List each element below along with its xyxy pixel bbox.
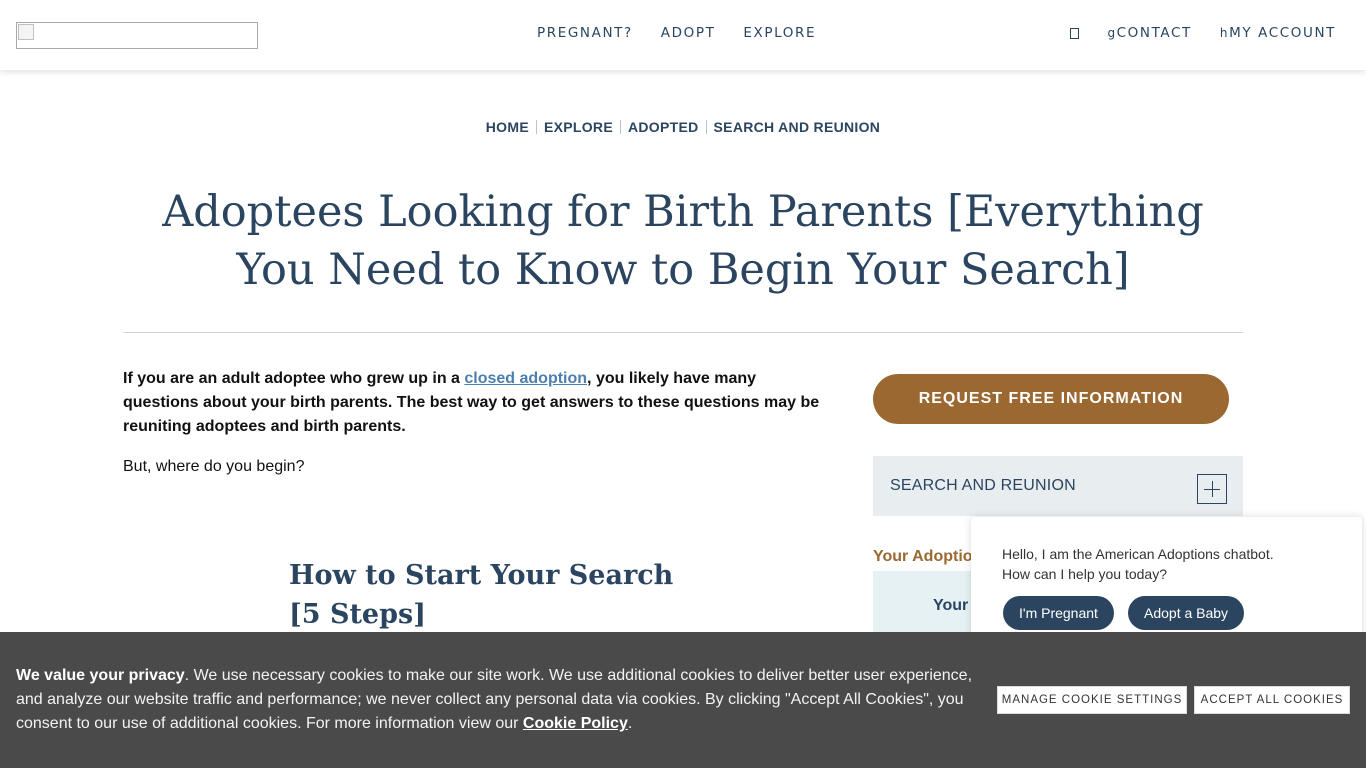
chatbot-message: Hello, I am the American Adoptions chatb… xyxy=(1002,544,1274,584)
sidebar-promo-card: Your xyxy=(873,571,973,633)
question-text: But, where do you begin? xyxy=(123,458,305,475)
expand-plus-icon[interactable] xyxy=(1197,474,1227,504)
chatbot-widget: Hello, I am the American Adoptions chatb… xyxy=(971,517,1362,647)
broken-image-icon xyxy=(18,24,34,40)
section-heading: How to Start Your Search [5 Steps] xyxy=(289,560,674,630)
intro-paragraph: If you are an adult adoptee who grew up … xyxy=(123,367,833,439)
site-header: PREGNANT? ADOPT EXPLORE gCONTACT hMY ACC… xyxy=(0,0,1366,70)
breadcrumb-search-and-reunion[interactable]: SEARCH AND REUNION xyxy=(714,119,881,135)
site-logo[interactable] xyxy=(16,22,258,49)
request-info-button[interactable]: REQUEST FREE INFORMATION xyxy=(873,374,1229,424)
nav-adopt[interactable]: ADOPT xyxy=(661,25,716,41)
breadcrumb-separator xyxy=(619,120,621,134)
nav-explore[interactable]: EXPLORE xyxy=(743,25,816,41)
contact-link[interactable]: gCONTACT xyxy=(1107,25,1191,41)
breadcrumb-adopted[interactable]: ADOPTED xyxy=(628,119,699,135)
cookie-end: . xyxy=(627,715,633,732)
utility-nav: gCONTACT hMY ACCOUNT xyxy=(1070,25,1336,41)
cookie-lead: We value your privacy xyxy=(16,667,185,684)
cookie-policy-link[interactable]: Cookie Policy xyxy=(523,715,628,732)
main-nav: PREGNANT? ADOPT EXPLORE xyxy=(537,25,816,41)
breadcrumb-separator xyxy=(535,120,537,134)
breadcrumb-explore[interactable]: EXPLORE xyxy=(544,119,613,135)
sidebar-promo-image[interactable]: Your Adoption xyxy=(873,548,971,566)
chatbot-message-line: Hello, I am the American Adoptions chatb… xyxy=(1002,546,1274,562)
accordion-label: SEARCH AND REUNION xyxy=(890,477,1076,494)
closed-adoption-link[interactable]: closed adoption xyxy=(464,370,587,387)
contact-label: CONTACT xyxy=(1116,25,1192,41)
breadcrumb-home[interactable]: HOME xyxy=(486,119,529,135)
chatbot-message-line: How can I help you today? xyxy=(1002,566,1167,582)
contact-icon: g xyxy=(1107,26,1117,40)
promo-card-text: Your xyxy=(933,597,969,614)
im-pregnant-button[interactable]: I'm Pregnant xyxy=(1003,596,1114,630)
adopt-a-baby-button[interactable]: Adopt a Baby xyxy=(1128,596,1245,630)
nav-pregnant[interactable]: PREGNANT? xyxy=(537,25,633,41)
search-reunion-accordion[interactable]: SEARCH AND REUNION xyxy=(873,456,1243,516)
title-divider xyxy=(123,332,1243,333)
search-icon[interactable] xyxy=(1070,27,1080,39)
cookie-text: We value your privacy. We use necessary … xyxy=(16,664,981,736)
page-title: Adoptees Looking for Birth Parents [Ever… xyxy=(162,187,1204,295)
manage-cookie-settings-button[interactable]: MANAGE COOKIE SETTINGS xyxy=(997,686,1187,714)
account-label: MY ACCOUNT xyxy=(1229,25,1336,41)
accept-all-cookies-button[interactable]: ACCEPT ALL COOKIES xyxy=(1194,686,1350,714)
cookie-banner: We value your privacy. We use necessary … xyxy=(0,632,1366,768)
breadcrumb-separator xyxy=(705,120,707,134)
account-icon: h xyxy=(1219,26,1230,40)
breadcrumb: HOME EXPLORE ADOPTED SEARCH AND REUNION xyxy=(0,119,1366,135)
my-account-link[interactable]: hMY ACCOUNT xyxy=(1220,25,1336,41)
intro-text-start: If you are an adult adoptee who grew up … xyxy=(123,370,465,387)
